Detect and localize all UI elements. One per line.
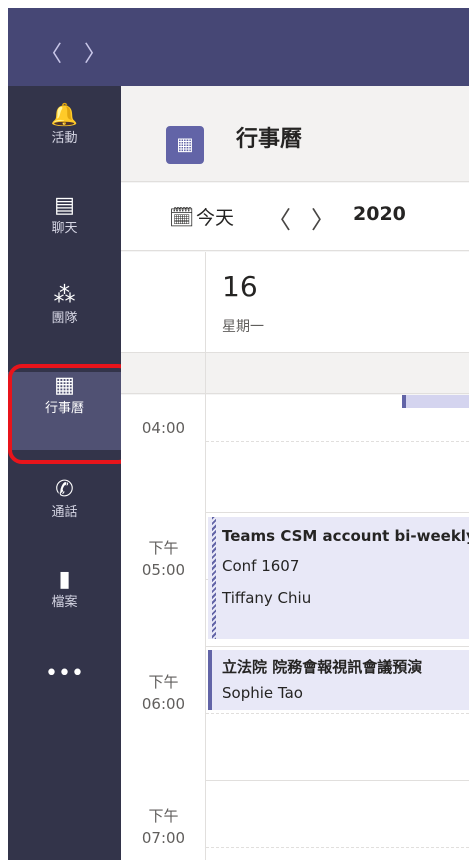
next-button[interactable]: 〉 — [311, 200, 335, 235]
time-value: 04:00 — [141, 419, 186, 437]
time-gutter — [121, 252, 206, 352]
event-location: Conf 1607 — [222, 557, 300, 575]
event-organizer: Sophie Tao — [222, 684, 303, 702]
calendar-event[interactable]: Teams CSM account bi-weekly Conf 1607 Ti… — [208, 517, 469, 639]
half-hour-line — [206, 713, 469, 714]
day-number[interactable]: 16 — [222, 270, 258, 303]
page-title: 行事曆 — [236, 127, 303, 152]
event-title: 立法院 院務會報視訊會議預演 — [222, 658, 423, 676]
rail-item-label: 通話 — [51, 505, 78, 520]
time-gutter — [121, 353, 206, 395]
calendar-main: ▦ 行事曆 🗓 今天 〈 〉 2020 16 星期一 04:00 下午 05:0… — [121, 86, 469, 860]
event-organizer: Tiffany Chiu — [222, 589, 312, 607]
time-label: 下午 06:00 — [121, 671, 206, 715]
rail-item-label: 檔案 — [51, 595, 78, 610]
rail-item-files[interactable]: ▮ 檔案 — [8, 566, 121, 644]
event-title: Teams CSM account bi-weekly — [222, 527, 469, 545]
rail-item-label: 團隊 — [51, 311, 78, 326]
more-icon: ••• — [45, 661, 84, 686]
previous-button[interactable]: 〈 — [267, 200, 291, 235]
time-label: 下午 07:00 — [121, 805, 206, 849]
date-range-label[interactable]: 2020 — [353, 203, 406, 225]
half-hour-line — [206, 441, 469, 442]
time-period: 下午 — [148, 539, 179, 557]
more-apps-button[interactable]: ••• — [8, 660, 121, 738]
weekday-label: 星期一 — [222, 319, 264, 335]
calendar-header: ▦ 行事曆 — [121, 86, 469, 182]
hour-line — [206, 646, 469, 647]
rail-item-calls[interactable]: ✆ 通話 — [8, 476, 121, 554]
bell-icon: 🔔 — [50, 103, 79, 128]
chat-icon: ▤ — [54, 193, 75, 218]
calendar-event[interactable]: 立法院 院務會報視訊會議預演 Sophie Tao — [208, 650, 469, 710]
time-period: 下午 — [148, 807, 179, 825]
rail-item-label: 活動 — [51, 131, 78, 146]
hour-line — [206, 512, 469, 513]
title-bar: 〈 〉 — [8, 8, 469, 86]
time-grid[interactable]: 04:00 下午 05:00 下午 06:00 下午 07:00 Teams C… — [121, 395, 469, 860]
time-label: 下午 05:00 — [121, 537, 206, 581]
teams-icon: ⁂ — [53, 283, 76, 308]
rail-item-teams[interactable]: ⁂ 團隊 — [8, 282, 121, 360]
rail-item-label: 聊天 — [51, 221, 78, 236]
time-period: 下午 — [148, 673, 179, 691]
calendar-event-partial[interactable] — [402, 395, 469, 408]
time-value: 06:00 — [141, 695, 186, 713]
calendar-toolbar: 🗓 今天 〈 〉 2020 — [121, 183, 469, 251]
all-day-row[interactable] — [121, 352, 469, 395]
time-value: 05:00 — [141, 561, 186, 579]
calendar-highlight-outline — [8, 364, 132, 464]
today-button[interactable]: 今天 — [196, 203, 234, 230]
rail-item-chat[interactable]: ▤ 聊天 — [8, 192, 121, 270]
calendar-app-icon: ▦ — [166, 126, 204, 164]
phone-icon: ✆ — [55, 477, 74, 502]
file-icon: ▮ — [58, 567, 71, 592]
forward-arrow-icon[interactable]: 〉 — [84, 44, 106, 66]
hour-line — [206, 780, 469, 781]
half-hour-line — [206, 847, 469, 848]
app-rail: 🔔 活動 ▤ 聊天 ⁂ 團隊 ▦ 行事曆 ✆ 通話 ▮ 檔案 ••• — [8, 86, 121, 860]
day-header: 16 星期一 — [121, 252, 469, 352]
time-gutter — [121, 395, 206, 860]
back-arrow-icon[interactable]: 〈 — [40, 44, 62, 66]
today-calendar-icon[interactable]: 🗓 — [169, 205, 194, 229]
rail-item-activity[interactable]: 🔔 活動 — [8, 102, 121, 180]
time-value: 07:00 — [141, 829, 186, 847]
